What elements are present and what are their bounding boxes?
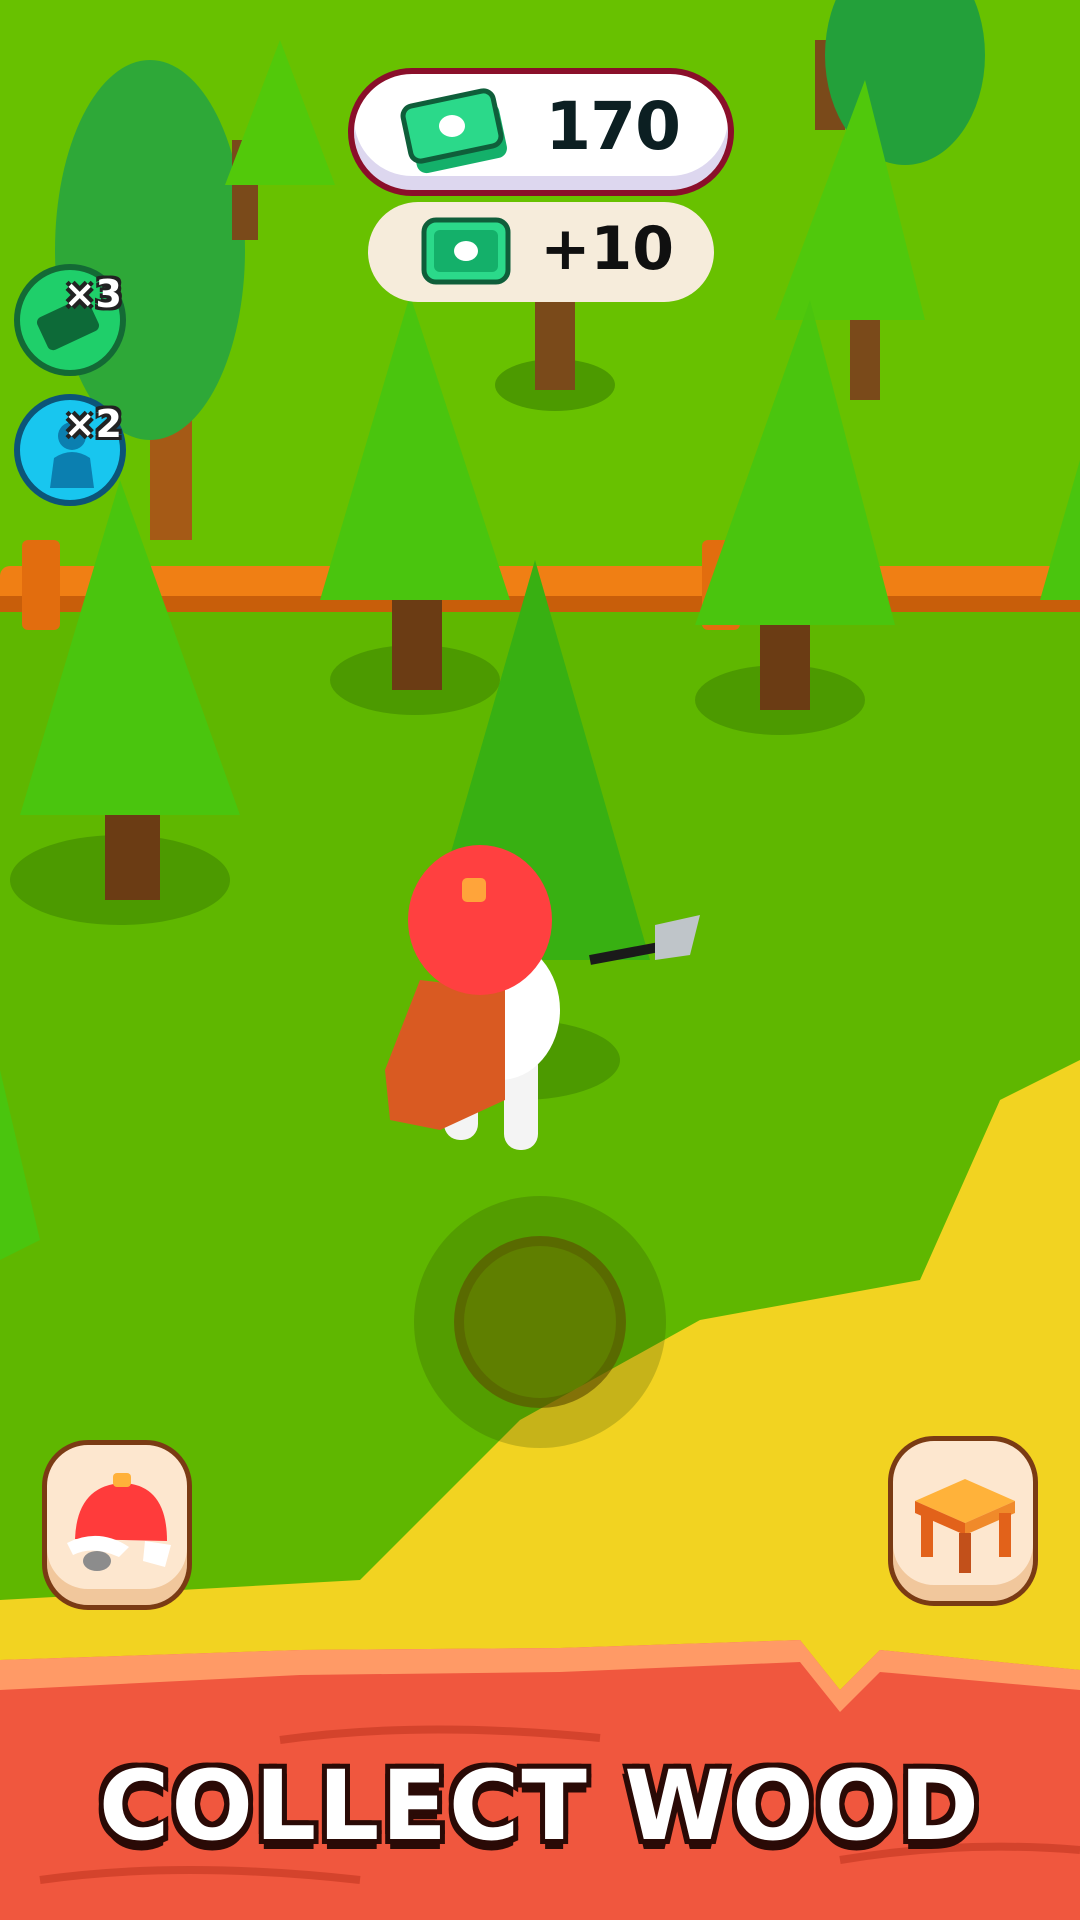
speed-booster-multiplier: ×2: [63, 402, 122, 446]
fence-post: [22, 540, 60, 630]
cash-counter: 170: [348, 68, 734, 196]
objective-banner: COLLECT WOOD: [98, 1750, 982, 1862]
cash-stack-icon: [400, 88, 507, 174]
hat-icon: [67, 1473, 171, 1571]
skins-button[interactable]: [42, 1440, 192, 1610]
income-amount: +10: [540, 214, 674, 284]
cash-amount: 170: [545, 88, 681, 165]
cash-bill-icon: [421, 217, 511, 285]
cash-booster-button[interactable]: ×3: [14, 264, 126, 376]
joystick-knob[interactable]: [454, 1236, 626, 1408]
cash-booster-multiplier: ×3: [63, 272, 122, 316]
tree-trunk: [392, 590, 442, 690]
tree-crown: [55, 60, 245, 440]
build-button[interactable]: [888, 1436, 1038, 1606]
player-hat: [408, 845, 552, 995]
speed-booster-button[interactable]: ×2: [14, 394, 126, 506]
table-icon: [915, 1479, 1015, 1573]
hat-badge: [462, 878, 486, 902]
income-indicator: +10: [368, 202, 714, 302]
tree-trunk: [535, 300, 575, 390]
